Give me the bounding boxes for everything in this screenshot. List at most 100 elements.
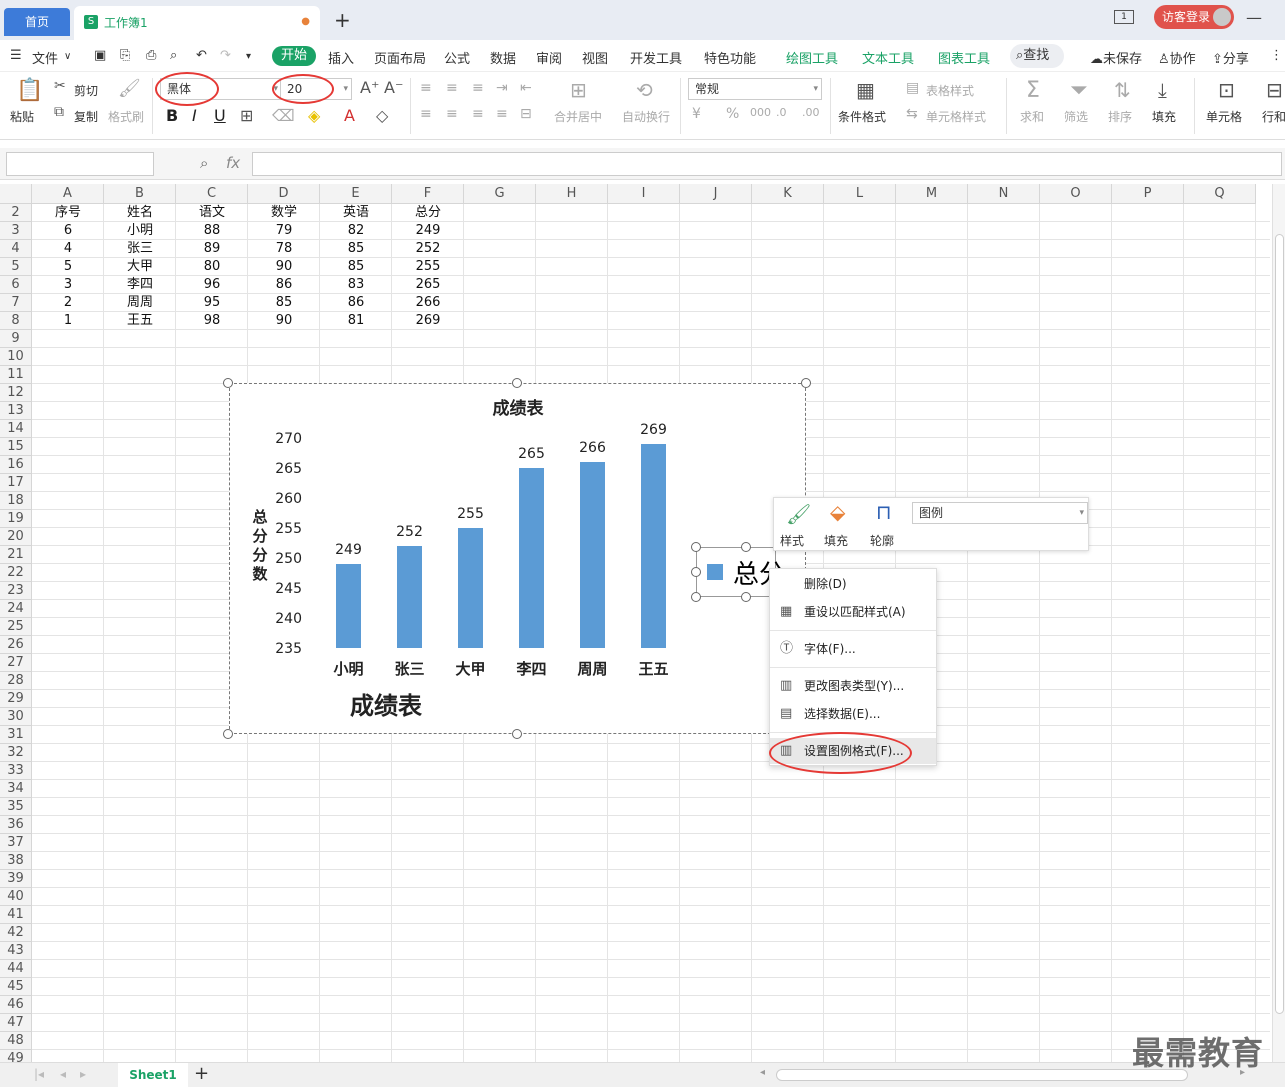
table-style-icon[interactable]: ▤ (906, 80, 919, 96)
row-header[interactable]: 39 (0, 870, 32, 888)
copy-button[interactable]: 复制 (74, 108, 98, 125)
row-header[interactable]: 13 (0, 402, 32, 420)
italic-icon[interactable]: I (192, 106, 197, 125)
table-cell[interactable]: 255 (392, 258, 464, 276)
row-header[interactable]: 45 (0, 978, 32, 996)
currency-icon[interactable]: ¥ (692, 106, 701, 122)
column-header[interactable]: M (896, 184, 968, 204)
redo-icon[interactable]: ↷ (220, 48, 231, 63)
scroll-thumb[interactable] (1275, 234, 1284, 1014)
column-header[interactable]: H (536, 184, 608, 204)
menu-page-layout[interactable]: 页面布局 (374, 48, 426, 67)
cell-icon[interactable]: ⊡ (1218, 78, 1235, 102)
table-cell[interactable]: 78 (248, 240, 320, 258)
export-pdf-icon[interactable]: ⎘ (120, 48, 130, 63)
row-header[interactable]: 47 (0, 1014, 32, 1032)
number-format-select[interactable]: 常规 ▾ (688, 78, 822, 100)
menu-formula[interactable]: 公式 (444, 48, 470, 67)
font-shrink-icon[interactable]: A⁻ (384, 78, 403, 97)
search-button[interactable]: ⌕查找 (1010, 44, 1064, 68)
outline-button[interactable]: 轮廓 (870, 532, 894, 549)
table-cell[interactable]: 王五 (104, 312, 176, 330)
row-header[interactable]: 33 (0, 762, 32, 780)
decrease-decimal-icon[interactable]: .00 (802, 106, 820, 119)
table-cell[interactable]: 李四 (104, 276, 176, 294)
align-top-icon[interactable]: ≡ (420, 80, 432, 96)
row-header[interactable]: 25 (0, 618, 32, 636)
format-painter-button[interactable]: 格式刷 (108, 108, 144, 125)
table-cell[interactable]: 98 (176, 312, 248, 330)
table-cell[interactable]: 88 (176, 222, 248, 240)
column-header[interactable]: P (1112, 184, 1184, 204)
print-preview-icon[interactable]: ⌕ (170, 48, 177, 63)
row-header[interactable]: 4 (0, 240, 32, 258)
merge-icon[interactable]: ⊞ (570, 78, 587, 102)
column-header[interactable]: F (392, 184, 464, 204)
row-header[interactable]: 23 (0, 582, 32, 600)
conditional-format-button[interactable]: 条件格式 (838, 108, 886, 125)
chart-legend[interactable]: 总分 (696, 547, 785, 597)
column-header[interactable]: C (176, 184, 248, 204)
table-cell[interactable]: 85 (320, 240, 392, 258)
sheet-tab[interactable]: Sheet1 (118, 1063, 188, 1087)
distribute-icon[interactable]: ⊟ (520, 106, 532, 122)
scissors-icon[interactable]: ✂ (54, 78, 66, 94)
table-cell[interactable]: 80 (176, 258, 248, 276)
column-header[interactable]: J (680, 184, 752, 204)
zoom-icon[interactable]: ⌕ (200, 154, 208, 172)
minimize-icon[interactable]: — (1246, 8, 1262, 27)
row-header[interactable]: 24 (0, 600, 32, 618)
align-center-icon[interactable]: ≡ (446, 106, 458, 122)
resize-handle[interactable] (512, 729, 522, 739)
tab-home[interactable]: 首页 (4, 8, 70, 36)
share-button[interactable]: ⇪分享 (1212, 48, 1249, 67)
table-cell[interactable]: 83 (320, 276, 392, 294)
row-header[interactable]: 48 (0, 1032, 32, 1050)
row-header[interactable]: 40 (0, 888, 32, 906)
row-header[interactable]: 20 (0, 528, 32, 546)
table-cell[interactable]: 小明 (104, 222, 176, 240)
border-icon[interactable]: ⊞ (240, 106, 253, 125)
table-cell[interactable]: 81 (320, 312, 392, 330)
row-header[interactable]: 12 (0, 384, 32, 402)
table-cell[interactable]: 82 (320, 222, 392, 240)
row-header[interactable]: 46 (0, 996, 32, 1014)
window-count-badge[interactable]: 1 (1114, 10, 1134, 24)
name-box[interactable] (6, 152, 154, 176)
chart-bar[interactable] (580, 462, 605, 648)
row-header[interactable]: 36 (0, 816, 32, 834)
sum-button[interactable]: 求和 (1020, 108, 1044, 125)
cut-button[interactable]: 剪切 (74, 82, 98, 99)
menu-font[interactable]: Ⓣ 字体(F)... (770, 636, 936, 662)
brush-icon[interactable]: 🖌 (786, 502, 811, 526)
underline-icon[interactable]: U (214, 106, 226, 125)
table-cell[interactable]: 265 (392, 276, 464, 294)
nav-prev-icon[interactable]: ◂ (60, 1067, 66, 1081)
row-header[interactable]: 28 (0, 672, 32, 690)
resize-handle[interactable] (223, 378, 233, 388)
align-right-icon[interactable]: ≡ (472, 106, 484, 122)
table-cell[interactable]: 95 (176, 294, 248, 312)
print-icon[interactable]: ⎙ (146, 48, 156, 63)
legend-handle[interactable] (691, 592, 701, 602)
row-header[interactable]: 27 (0, 654, 32, 672)
table-header-cell[interactable]: 序号 (32, 204, 104, 222)
chevron-down-icon[interactable]: ∨ (64, 51, 71, 62)
table-header-cell[interactable]: 英语 (320, 204, 392, 222)
cell-style-icon[interactable]: ⇆ (906, 106, 918, 122)
row-header[interactable]: 6 (0, 276, 32, 294)
table-cell[interactable]: 85 (248, 294, 320, 312)
menu-special[interactable]: 特色功能 (704, 48, 756, 67)
new-tab-button[interactable]: + (334, 8, 351, 32)
chart-bar[interactable] (336, 564, 361, 648)
column-header[interactable]: G (464, 184, 536, 204)
table-cell[interactable]: 90 (248, 258, 320, 276)
row-header[interactable]: 31 (0, 726, 32, 744)
row-header[interactable]: 3 (0, 222, 32, 240)
select-all-corner[interactable] (0, 184, 32, 204)
row-header[interactable]: 10 (0, 348, 32, 366)
table-cell[interactable]: 86 (248, 276, 320, 294)
menu-drawing-tools[interactable]: 绘图工具 (786, 48, 838, 67)
indent-icon[interactable]: ⇥ (496, 80, 508, 96)
column-header[interactable]: A (32, 184, 104, 204)
